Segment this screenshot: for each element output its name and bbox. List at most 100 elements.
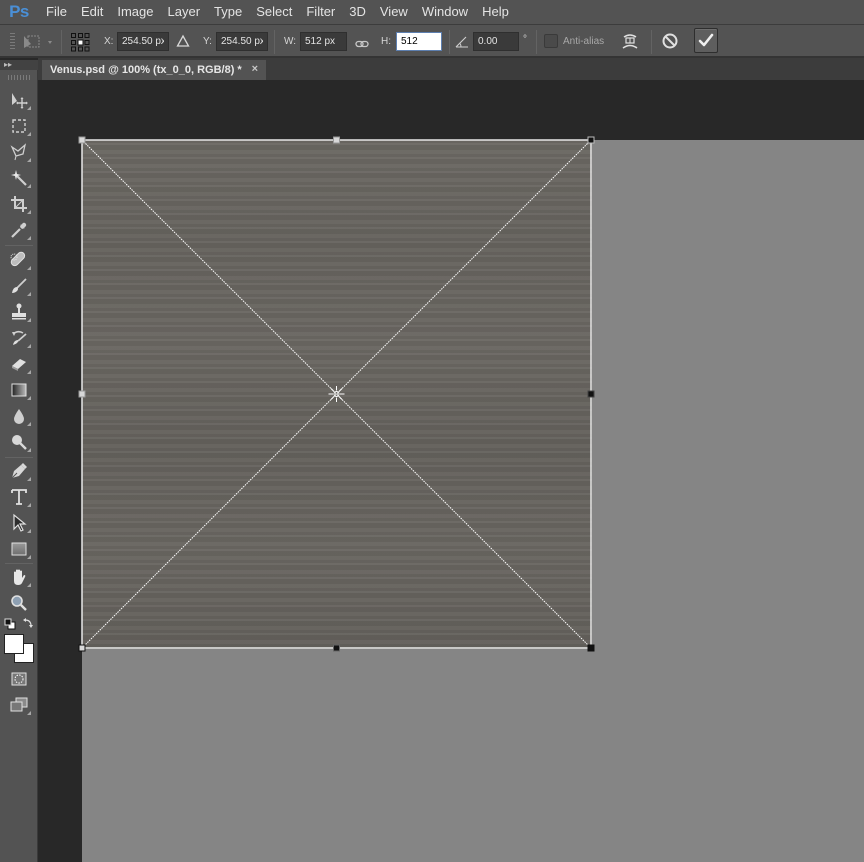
handle-bottom-left[interactable] [78,644,86,652]
handle-top-right[interactable] [587,136,595,144]
stamp-icon [12,303,26,320]
cancel-transform-button[interactable] [661,32,679,50]
rotation-angle-input[interactable] [473,32,519,51]
pen-icon [11,463,27,479]
separator [61,30,62,54]
eyedropper-tool[interactable] [6,219,32,241]
separator [274,30,275,54]
clone-stamp-tool[interactable] [6,301,32,323]
reference-point-crosshair-icon[interactable] [328,386,345,402]
dodge-tool[interactable] [6,431,32,453]
crop-icon [11,196,27,212]
menu-filter[interactable]: Filter [299,0,342,24]
reference-point-grid-icon [71,33,90,52]
photoshop-window: Ps File Edit Image Layer Type Select Fil… [0,0,864,862]
handle-middle-right[interactable] [587,390,595,398]
magic-wand-tool[interactable] [6,167,32,189]
maintain-aspect-ratio-button[interactable] [355,36,369,48]
quick-mask-icon [11,672,27,686]
bandage-icon [10,251,26,267]
hand-icon [14,569,26,585]
rectangle-tool[interactable] [6,538,32,560]
polygonal-lasso-tool[interactable] [6,141,32,163]
close-tab-icon[interactable]: × [252,63,258,75]
tool-preset-picker[interactable] [22,33,54,51]
rectangular-marquee-tool[interactable] [6,115,32,137]
type-icon [11,489,27,505]
zoom-tool[interactable] [6,592,32,614]
toolbox: ▸▸ [0,60,38,862]
relative-position-toggle[interactable] [176,34,190,48]
menu-bar: Ps File Edit Image Layer Type Select Fil… [0,0,864,24]
free-transform-bounding-box[interactable] [69,130,609,660]
menu-layer[interactable]: Layer [161,0,208,24]
brush-icon [12,278,27,293]
history-brush-tool[interactable] [6,327,32,349]
y-label: Y: [203,36,212,47]
document-workspace[interactable] [39,80,864,862]
anti-alias-checkbox[interactable] [544,34,558,48]
path-selection-tool[interactable] [6,512,32,534]
menu-type[interactable]: Type [207,0,249,24]
menu-image[interactable]: Image [110,0,160,24]
toolbox-grip[interactable] [8,75,30,80]
toolbox-separator [5,245,33,246]
hand-tool[interactable] [6,566,32,588]
gradient-tool[interactable] [6,379,32,401]
reference-point-locator[interactable] [70,32,90,52]
link-icon [355,40,369,48]
blur-tool[interactable] [6,405,32,427]
menu-3d[interactable]: 3D [342,0,373,24]
handle-bottom-middle[interactable] [333,644,340,652]
angle-icon [455,36,468,48]
rotation-angle-icon-wrap [455,35,469,48]
height-input[interactable] [396,32,442,51]
handle-middle-left[interactable] [78,390,86,398]
document-tab[interactable]: Venus.psd @ 100% (tx_0_0, RGB/8) * × [42,60,266,80]
options-bar-grip[interactable] [10,33,15,51]
quick-mask-mode-button[interactable] [6,668,32,690]
toolbox-collapse-icon[interactable]: ▸▸ [0,60,38,70]
anti-alias-label: Anti-alias [563,36,605,47]
transform-tool-icon [24,35,52,48]
separator [449,30,450,54]
history-brush-icon [12,330,27,345]
width-label: W: [284,36,297,47]
lasso-icon [10,143,27,161]
type-tool[interactable] [6,486,32,508]
menu-edit[interactable]: Edit [74,0,110,24]
menu-window[interactable]: Window [415,0,475,24]
handle-top-left[interactable] [78,136,86,144]
crop-tool[interactable] [6,193,32,215]
screen-mode-button[interactable] [6,694,32,716]
brush-tool[interactable] [6,275,32,297]
handle-bottom-right[interactable] [587,644,595,652]
separator [536,30,537,54]
document-tab-bar: Venus.psd @ 100% (tx_0_0, RGB/8) * × [38,58,864,80]
swap-colors-button[interactable] [22,617,34,629]
eraser-tool[interactable] [6,353,32,375]
x-position-input[interactable] [117,32,169,51]
warp-mode-button[interactable] [620,32,640,52]
eraser-icon [12,359,26,371]
menu-select[interactable]: Select [249,0,299,24]
commit-transform-button[interactable] [694,28,718,53]
move-tool[interactable] [6,89,32,111]
relative-position-icon [176,34,190,47]
default-colors-button[interactable] [4,617,16,630]
width-input[interactable] [300,32,347,51]
swap-arrows-icon [23,618,33,628]
pen-tool[interactable] [6,460,32,482]
foreground-color-swatch[interactable] [4,634,24,654]
degree-unit: ° [523,34,527,45]
menu-file[interactable]: File [36,0,74,24]
y-position-input[interactable] [216,32,268,51]
dodge-icon [12,435,27,450]
spot-healing-brush-tool[interactable] [6,249,32,271]
gradient-icon [11,383,27,397]
handle-top-middle[interactable] [333,136,340,144]
move-tool-icon [12,93,28,109]
menu-help[interactable]: Help [475,0,516,24]
menu-view[interactable]: View [373,0,415,24]
cancel-transform-icon [662,33,678,49]
